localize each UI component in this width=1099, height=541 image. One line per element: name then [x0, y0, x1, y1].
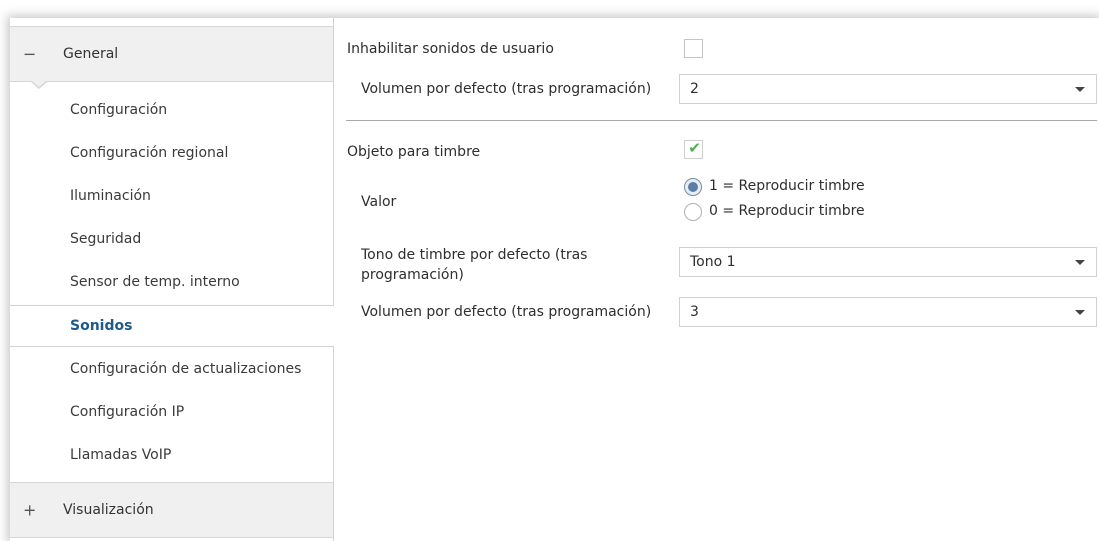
section-divider	[346, 120, 1097, 121]
dropdown-arrow-icon	[1075, 310, 1085, 315]
sidebar-item-configuracion-regional[interactable]: Configuración regional	[10, 132, 334, 175]
default-tone-label-line1: Tono de timbre por defecto (tras	[361, 247, 588, 263]
bell-volume-select[interactable]: 3	[679, 297, 1097, 327]
disable-user-sounds-label: Inhabilitar sonidos de usuario	[347, 41, 554, 57]
sidebar-item-configuracion-ip[interactable]: Configuración IP	[10, 391, 334, 434]
sidebar-item-actualizaciones[interactable]: Configuración de actualizaciones	[10, 348, 334, 391]
sidebar-item-llamadas-voip[interactable]: Llamadas VoIP	[10, 434, 334, 477]
sidebar-item-configuracion[interactable]: Configuración	[10, 89, 334, 132]
checkmark-icon: ✔	[688, 139, 701, 157]
group-general-header[interactable]: − General	[10, 26, 333, 82]
disable-user-sounds-checkbox[interactable]	[684, 39, 703, 58]
sidebar: − General Configuración Configuración re…	[10, 18, 334, 541]
valor-radio-option-0[interactable]	[684, 203, 702, 221]
default-volume-label: Volumen por defecto (tras programación)	[361, 81, 652, 97]
valor-label: Valor	[361, 194, 397, 210]
sidebar-item-sonidos[interactable]: Sonidos	[10, 305, 334, 347]
collapse-icon[interactable]: −	[23, 45, 36, 64]
valor-option-0-label[interactable]: 0 = Reproducir timbre	[709, 203, 865, 219]
default-tone-label-line2: programación)	[361, 267, 464, 283]
bell-object-label: Objeto para timbre	[347, 144, 481, 160]
default-tone-select[interactable]: Tono 1	[679, 247, 1097, 277]
valor-radio-option-1[interactable]	[684, 178, 702, 196]
expand-icon[interactable]: +	[23, 501, 36, 520]
group-pointer-icon	[30, 80, 48, 89]
group-visualizacion-header[interactable]: + Visualización	[10, 482, 333, 538]
valor-option-1-label[interactable]: 1 = Reproducir timbre	[709, 178, 865, 194]
sidebar-item-seguridad[interactable]: Seguridad	[10, 218, 334, 261]
sidebar-item-sensor-temp[interactable]: Sensor de temp. interno	[10, 261, 334, 304]
default-volume-select[interactable]: 2	[679, 74, 1097, 104]
settings-window: − General Configuración Configuración re…	[10, 18, 1099, 541]
bell-volume-value: 3	[690, 304, 699, 320]
bell-object-checkbox[interactable]: ✔	[684, 139, 703, 159]
settings-panel: Inhabilitar sonidos de usuario Volumen p…	[334, 18, 1099, 541]
dropdown-arrow-icon	[1075, 260, 1085, 265]
group-general-label: General	[63, 46, 119, 62]
dropdown-arrow-icon	[1075, 87, 1085, 92]
group-visualizacion-label: Visualización	[63, 502, 154, 518]
default-tone-value: Tono 1	[690, 254, 736, 270]
default-volume-value: 2	[690, 81, 699, 97]
sidebar-item-iluminacion[interactable]: Iluminación	[10, 175, 334, 218]
bell-volume-label: Volumen por defecto (tras programación)	[361, 304, 652, 320]
radio-dot-icon	[688, 182, 698, 192]
